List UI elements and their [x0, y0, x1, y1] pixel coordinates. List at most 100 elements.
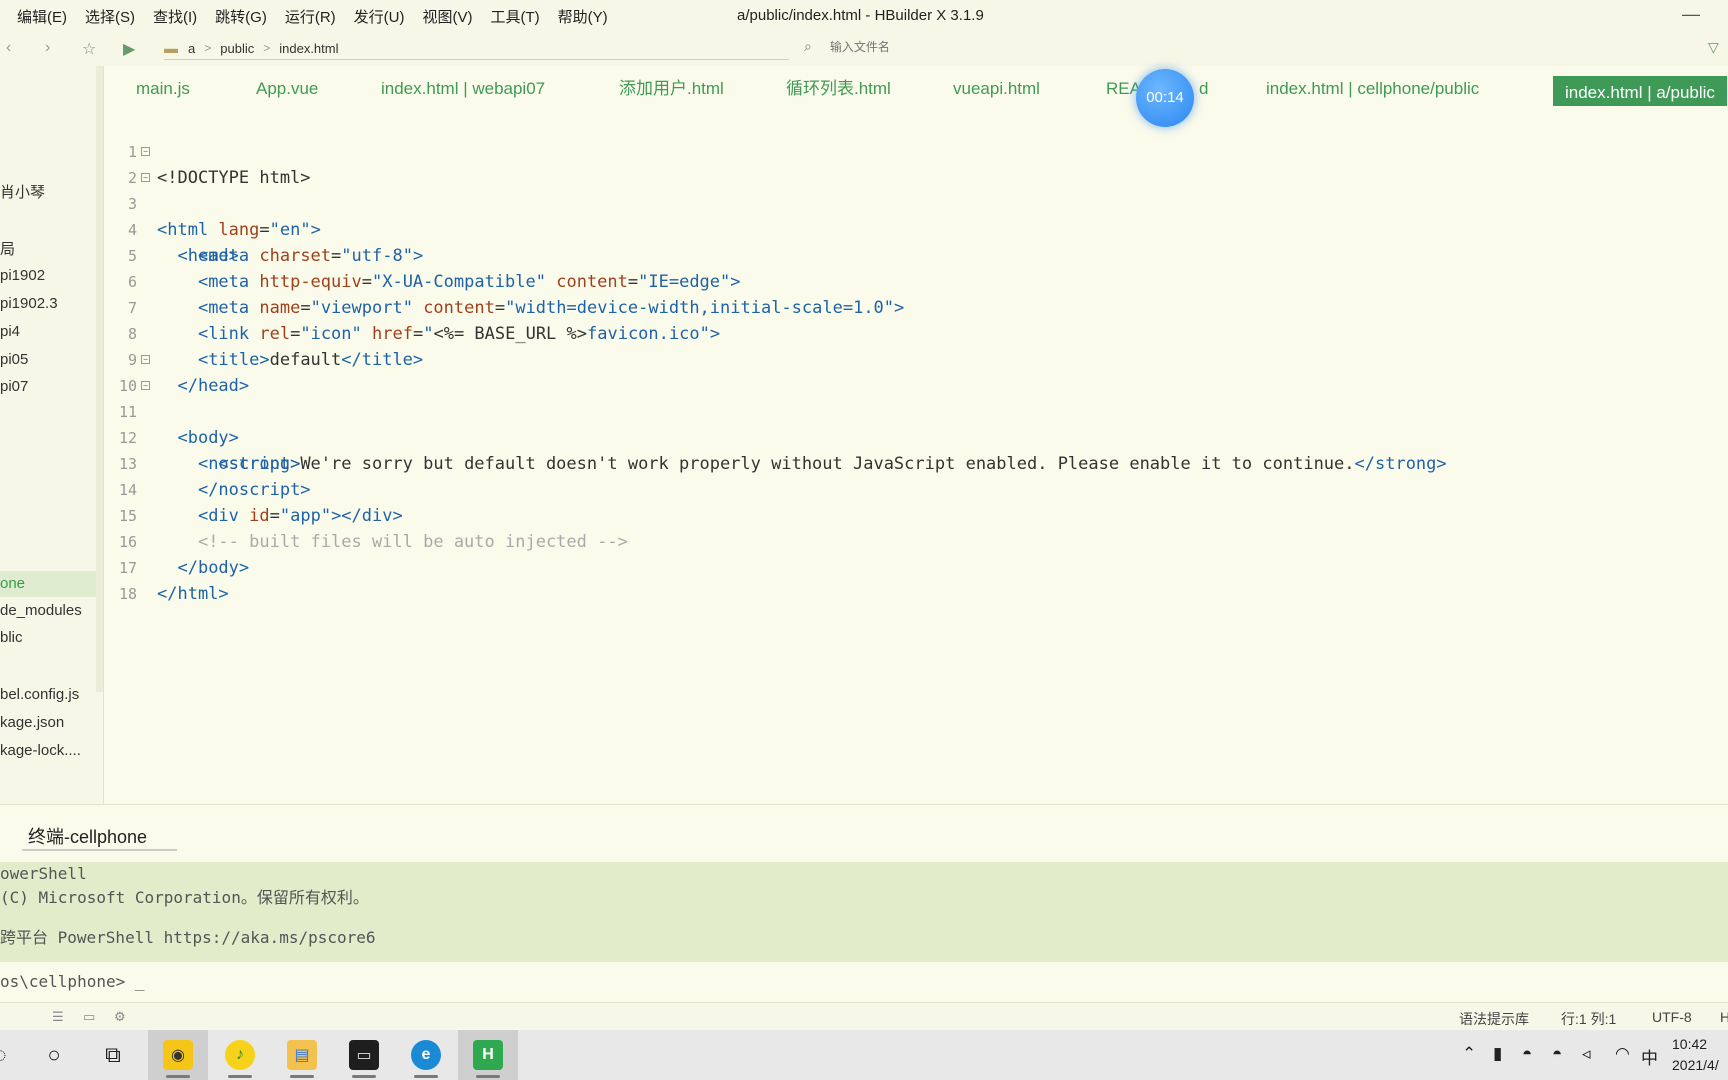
sidebar-item[interactable]: pi1902	[0, 267, 45, 284]
menu-edit[interactable]: 编辑(E)	[0, 6, 76, 27]
sidebar-scrollbar[interactable]	[96, 66, 103, 692]
minimize-icon[interactable]: —	[1682, 4, 1700, 25]
task-view-icon[interactable]: ⧉	[83, 1030, 143, 1080]
run-icon[interactable]: ▶	[123, 39, 135, 59]
menu-goto[interactable]: 跳转(G)	[206, 6, 276, 27]
chevron-up-icon[interactable]: ⌃	[1462, 1044, 1476, 1064]
menu-view[interactable]: 视图(V)	[414, 6, 482, 27]
tab-main-js[interactable]: main.js	[136, 70, 190, 104]
breadcrumb-item-public[interactable]: public	[220, 41, 254, 56]
breadcrumb-divider	[164, 59, 789, 60]
taskbar-app-edge[interactable]: e	[396, 1030, 456, 1080]
menu-select[interactable]: 选择(S)	[76, 6, 144, 27]
code-line: 10 − <body>	[105, 347, 1728, 448]
code-line: 11 − <noscript>	[105, 373, 1728, 474]
windows-taskbar: ◌ ○ ⧉ ◉ ♪ ▤ ▭ e H ⌃ ▮ ◓ ◓ ◃ ◠ 中 10:42 20…	[0, 1030, 1728, 1080]
menu-help[interactable]: 帮助(Y)	[549, 6, 617, 27]
fold-icon[interactable]: −	[141, 355, 150, 364]
fold-icon[interactable]: −	[141, 173, 150, 182]
code-line: 4 <meta charset="utf-8">	[105, 191, 1728, 266]
menu-find[interactable]: 查找(I)	[144, 6, 206, 27]
sidebar-item[interactable]: pi07	[0, 378, 28, 395]
sidebar-item[interactable]: de_modules	[0, 602, 82, 619]
tab-loop-list[interactable]: 循环列表.html	[786, 70, 891, 104]
menu-tools[interactable]: 工具(T)	[482, 6, 549, 27]
file-search-input[interactable]	[829, 39, 1330, 54]
settings-icon[interactable]: ⚙	[114, 1009, 126, 1025]
sidebar-item[interactable]: pi4	[0, 323, 20, 340]
sidebar-item-active[interactable]: one	[0, 571, 96, 597]
back-icon[interactable]: ‹	[6, 39, 11, 57]
code-line: 5 <meta http-equiv="X-UA-Compatible" con…	[105, 217, 1728, 292]
window-title: a/public/index.html - HBuilder X 3.1.9	[737, 7, 984, 24]
code-line: 18	[105, 555, 1728, 603]
syntax-library[interactable]: 语法提示库	[1459, 1009, 1529, 1029]
terminal-tab[interactable]: 终端-cellphone	[22, 823, 177, 851]
code-line: 8 <title>default</title>	[105, 295, 1728, 370]
taskbar-app-recorder[interactable]: ◉	[148, 1030, 208, 1080]
fold-icon[interactable]: −	[141, 147, 150, 156]
forward-icon[interactable]: ›	[45, 39, 50, 57]
chevron-right-icon: >	[204, 41, 212, 55]
terminal-line: (C) Microsoft Corporation。保留所有权利。	[0, 888, 369, 907]
terminal-icon[interactable]: ▭	[83, 1009, 95, 1025]
sidebar-item[interactable]: blic	[0, 629, 23, 646]
sidebar-item[interactable]: 肖小琴	[0, 181, 45, 202]
tab-index-a-public[interactable]: index.html | a/public	[1553, 76, 1727, 106]
terminal-prompt[interactable]: os\cellphone> _	[0, 962, 1728, 1002]
tab-index-cellphone[interactable]: index.html | cellphone/public	[1266, 70, 1479, 104]
code-line: 16 </body>	[105, 503, 1728, 578]
breadcrumb-item-a[interactable]: a	[188, 41, 195, 56]
wifi-icon[interactable]: ◠	[1615, 1044, 1630, 1064]
code-text: </html>	[157, 584, 229, 604]
app-running-indicator	[166, 1075, 190, 1078]
sidebar-item[interactable]: 局	[0, 238, 15, 259]
code-editor[interactable]: 1 <!DOCTYPE html> 2 − <html lang="en"> 3…	[105, 113, 1728, 803]
code-line: 3 − <head>	[105, 165, 1728, 266]
status-extra[interactable]: H	[1720, 1009, 1728, 1025]
taskbar-app-explorer[interactable]: ▤	[272, 1030, 332, 1080]
filter-icon[interactable]: ▽	[1708, 39, 1719, 56]
terminal-line: 跨平台 PowerShell https://aka.ms/pscore6	[0, 928, 376, 947]
project-sidebar: 肖小琴 局 pi1902 pi1902.3 pi4 pi05 pi07 one …	[0, 66, 104, 804]
menu-publish[interactable]: 发行(U)	[345, 6, 414, 27]
code-line: 14 <div id="app"></div>	[105, 451, 1728, 526]
sidebar-item[interactable]: kage-lock....	[0, 742, 81, 759]
tab-readme-end[interactable]: d	[1199, 70, 1208, 104]
tab-vueapi[interactable]: vueapi.html	[953, 70, 1040, 104]
tab-add-user[interactable]: 添加用户.html	[619, 70, 724, 104]
taskbar-app-terminal[interactable]: ▭	[334, 1030, 394, 1080]
folder-icon: ▤	[287, 1040, 317, 1070]
menu-run[interactable]: 运行(R)	[276, 6, 345, 27]
terminal-header: 终端-cellphone	[0, 804, 1728, 862]
taskbar-app-music[interactable]: ♪	[210, 1030, 270, 1080]
app-running-indicator	[228, 1075, 252, 1078]
fold-icon[interactable]: −	[141, 381, 150, 390]
taskbar-app-hbuilder[interactable]: H	[458, 1030, 518, 1080]
app-running-indicator	[352, 1075, 376, 1078]
list-icon[interactable]: ☰	[52, 1009, 64, 1025]
cursor-position[interactable]: 行:1 列:1	[1561, 1009, 1616, 1029]
sidebar-item[interactable]: kage.json	[0, 714, 64, 731]
app-running-indicator	[476, 1075, 500, 1078]
tab-index-webapi07[interactable]: index.html | webapi07	[381, 70, 545, 104]
file-encoding[interactable]: UTF-8	[1652, 1009, 1692, 1025]
breadcrumb-item-file[interactable]: index.html	[279, 41, 338, 56]
qq-icon[interactable]: ◓	[1552, 1044, 1562, 1064]
cortana-icon[interactable]: ○	[24, 1030, 84, 1080]
sidebar-item[interactable]: pi05	[0, 351, 28, 368]
sidebar-item[interactable]: pi1902.3	[0, 295, 58, 312]
system-clock[interactable]: 10:42 2021/4/	[1672, 1034, 1719, 1076]
code-line: 15 <!-- built files will be auto injecte…	[105, 477, 1728, 552]
tab-app-vue[interactable]: App.vue	[256, 70, 318, 104]
volume-icon[interactable]: ◃	[1582, 1044, 1591, 1064]
qq-icon[interactable]: ◓	[1522, 1044, 1532, 1064]
star-icon[interactable]: ☆	[82, 39, 96, 59]
line-number: 18	[118, 585, 137, 603]
sidebar-item[interactable]: bel.config.js	[0, 686, 79, 703]
microphone-icon[interactable]: ▮	[1493, 1044, 1502, 1064]
ime-indicator[interactable]: 中	[1641, 1044, 1658, 1069]
terminal-output[interactable]: owerShell (C) Microsoft Corporation。保留所有…	[0, 862, 1728, 962]
clock-date: 2021/4/	[1672, 1057, 1719, 1073]
clock-time: 10:42	[1672, 1036, 1708, 1052]
